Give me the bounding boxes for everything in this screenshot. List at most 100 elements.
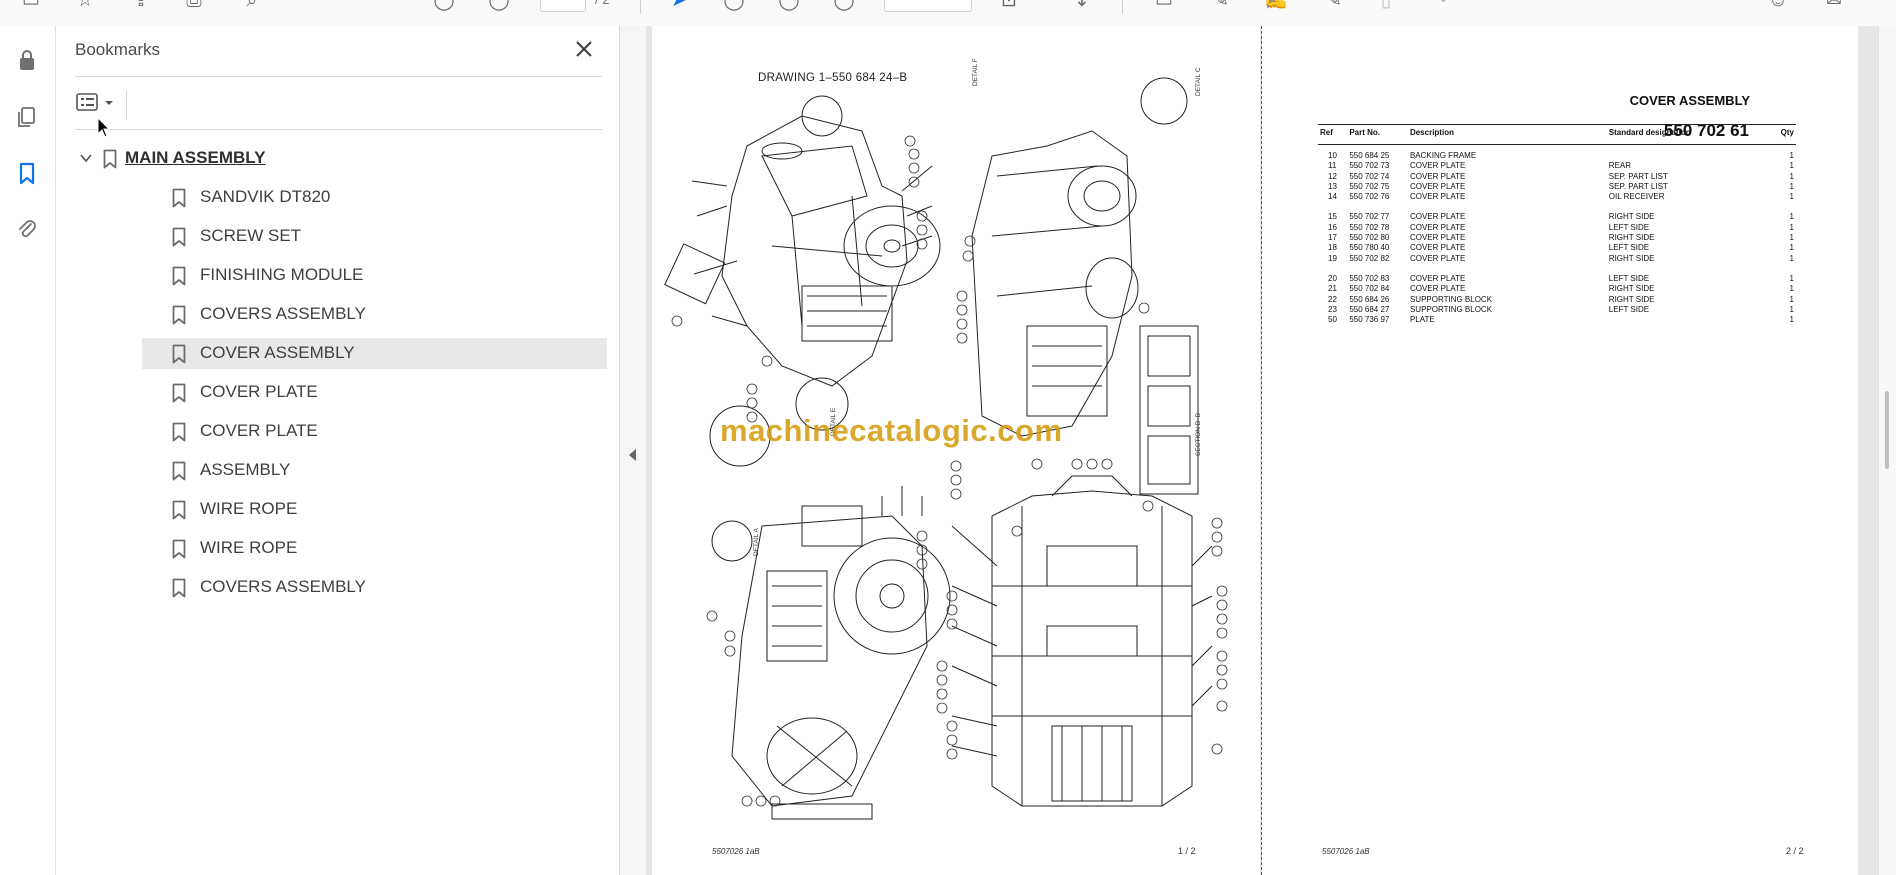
search-icon[interactable]: ⌕ bbox=[238, 0, 266, 14]
cell-part-no: 550 702 74 bbox=[1349, 171, 1390, 181]
download-icon[interactable]: ◯ bbox=[485, 0, 513, 14]
scrollbar-thumb[interactable] bbox=[1885, 391, 1889, 469]
toolbar-divider bbox=[1122, 0, 1123, 14]
user-icon[interactable]: ☺ bbox=[1764, 0, 1792, 14]
technical-drawing: DETAIL F DETAIL C SECTION B–B DETAIL A D… bbox=[664, 58, 1228, 820]
star-icon[interactable]: ☆ bbox=[71, 0, 99, 14]
bookmark-icon bbox=[172, 461, 186, 481]
cell-description: SUPPORTING BLOCK bbox=[1409, 294, 1493, 304]
attachment-icon[interactable] bbox=[13, 215, 41, 243]
parts-table: Ref Part No. Description Standard design… bbox=[1318, 124, 1796, 325]
cell-description: COVER PLATE bbox=[1409, 222, 1466, 232]
print-icon[interactable]: ⎙ bbox=[180, 0, 208, 14]
vertical-scrollbar[interactable] bbox=[1878, 26, 1896, 875]
cell-qty: 1 bbox=[1789, 233, 1794, 243]
top-toolbar: ▭ ☆ ⇪ ⎙ ⌕ ◯ ◯ / 2 ➤ ◯ ◯ ◯ ⊡ ⇣ ▭ ✎ ✍ ✎ ▯ … bbox=[0, 0, 1896, 27]
cell-standard-designation: LEFT SIDE bbox=[1608, 304, 1650, 314]
cell-standard-designation bbox=[1607, 151, 1763, 161]
close-icon[interactable] bbox=[573, 38, 595, 60]
table-row: 11 550 702 73 COVER PLATE REAR 1 bbox=[1318, 161, 1796, 171]
page-footer-code: 5507026 1aB bbox=[712, 847, 760, 856]
cell-ref: 21 bbox=[1328, 284, 1337, 294]
history-icon[interactable]: ◯ bbox=[830, 0, 858, 14]
bookmark-item[interactable]: COVER ASSEMBLY bbox=[142, 338, 607, 369]
cell-part-no: 550 684 25 bbox=[1349, 151, 1390, 160]
table-row: 21 550 702 84 COVER PLATE RIGHT SIDE 1 bbox=[1318, 284, 1796, 294]
draw-icon[interactable]: ✍ bbox=[1262, 0, 1290, 14]
bookmark-item[interactable]: FINISHING MODULE bbox=[142, 260, 607, 291]
bookmark-icon bbox=[172, 188, 186, 208]
cell-standard-designation: LEFT SIDE bbox=[1608, 273, 1650, 283]
bookmark-item[interactable]: ASSEMBLY bbox=[142, 455, 607, 486]
bookmark-icon[interactable] bbox=[13, 159, 41, 187]
table-row: 14 550 702 76 COVER PLATE OIL RECEIVER 1 bbox=[1318, 192, 1796, 202]
zoom-out-icon[interactable]: ◯ bbox=[720, 0, 748, 14]
bookmark-item[interactable]: COVERS ASSEMBLY bbox=[142, 572, 607, 603]
cell-qty: 1 bbox=[1789, 212, 1794, 222]
info-icon[interactable]: ◯ bbox=[430, 0, 458, 14]
mail-icon[interactable]: ✉ bbox=[1820, 0, 1848, 14]
scroll-down-icon[interactable]: ⇣ bbox=[1068, 0, 1096, 14]
bookmark-item[interactable]: COVERS ASSEMBLY bbox=[142, 299, 607, 330]
cell-standard-designation: OIL RECEIVER bbox=[1608, 192, 1665, 202]
highlight-icon[interactable]: ✎ bbox=[1207, 0, 1235, 14]
cell-description: COVER PLATE bbox=[1409, 233, 1466, 243]
bookmark-options-button[interactable] bbox=[75, 90, 119, 116]
cell-description: COVER PLATE bbox=[1409, 243, 1466, 253]
collapse-panel-icon[interactable] bbox=[629, 449, 636, 461]
bookmark-item[interactable]: MAIN ASSEMBLY bbox=[75, 143, 515, 174]
bookmark-item[interactable]: SANDVIK DT820 bbox=[142, 182, 607, 213]
select-cursor-icon[interactable]: ➤ bbox=[665, 0, 693, 14]
bookmark-icon bbox=[172, 539, 186, 559]
table-header-row: Ref Part No. Description Standard design… bbox=[1318, 124, 1796, 145]
cell-part-no: 550 780 40 bbox=[1349, 243, 1390, 253]
cell-ref: 13 bbox=[1328, 181, 1337, 191]
bookmark-item[interactable]: SCREW SET bbox=[142, 221, 607, 252]
cell-standard-designation: LEFT SIDE bbox=[1608, 243, 1650, 253]
panel-splitter[interactable] bbox=[619, 26, 647, 875]
detail-label: DETAIL A bbox=[753, 528, 760, 556]
zoom-in-icon[interactable]: ◯ bbox=[775, 0, 803, 14]
cell-ref: 14 bbox=[1328, 192, 1337, 202]
edit-icon[interactable]: ✎ bbox=[1320, 0, 1348, 14]
cell-description: BACKING FRAME bbox=[1409, 151, 1477, 160]
chevron-down-icon[interactable] bbox=[78, 150, 94, 166]
page-number-input[interactable] bbox=[540, 0, 586, 12]
redo-icon[interactable]: ↷ bbox=[1426, 0, 1454, 14]
cell-standard-designation: RIGHT SIDE bbox=[1608, 253, 1655, 263]
bookmark-item[interactable]: COVER PLATE bbox=[142, 416, 607, 447]
divider bbox=[75, 76, 602, 77]
cell-standard-designation: RIGHT SIDE bbox=[1608, 294, 1655, 304]
menu-icon[interactable]: ▭ bbox=[17, 0, 45, 14]
share-icon[interactable]: ⇪ bbox=[127, 0, 155, 14]
lock-icon[interactable] bbox=[13, 46, 41, 74]
pages-icon[interactable] bbox=[13, 102, 41, 130]
page-total: / 2 bbox=[595, 0, 609, 7]
comment-icon[interactable]: ▭ bbox=[1150, 0, 1178, 14]
bookmark-icon bbox=[172, 227, 186, 247]
watermark: machinecatalogic.com bbox=[720, 413, 1063, 448]
bookmark-icon bbox=[172, 344, 186, 364]
delete-icon[interactable]: ▯ bbox=[1372, 0, 1400, 14]
bookmark-item[interactable]: WIRE ROPE bbox=[142, 494, 607, 525]
cell-part-no: 550 702 80 bbox=[1349, 233, 1390, 243]
detail-label: DETAIL F bbox=[972, 58, 979, 86]
cell-standard-designation: RIGHT SIDE bbox=[1608, 212, 1655, 222]
cell-part-no: 550 702 84 bbox=[1349, 284, 1390, 294]
column-header-standard-designation: Standard designation bbox=[1606, 124, 1764, 145]
zoom-input[interactable] bbox=[884, 0, 972, 12]
table-row: 15 550 702 77 COVER PLATE RIGHT SIDE 1 bbox=[1318, 212, 1796, 222]
fit-page-icon[interactable]: ⊡ bbox=[995, 0, 1023, 14]
cell-ref: 19 bbox=[1328, 253, 1337, 263]
cell-part-no: 550 702 83 bbox=[1349, 273, 1390, 283]
bookmark-label: WIRE ROPE bbox=[200, 538, 298, 557]
cell-standard-designation: RIGHT SIDE bbox=[1608, 284, 1655, 294]
bookmark-item[interactable]: COVER PLATE bbox=[142, 377, 607, 408]
column-header-part-no: Part No. bbox=[1347, 124, 1408, 145]
cell-qty: 1 bbox=[1789, 181, 1794, 191]
table-row: 20 550 702 83 COVER PLATE LEFT SIDE 1 bbox=[1318, 274, 1796, 284]
cell-qty: 1 bbox=[1789, 315, 1794, 325]
bookmark-label: SANDVIK DT820 bbox=[200, 187, 331, 206]
bookmark-item[interactable]: WIRE ROPE bbox=[142, 533, 607, 564]
cell-ref: 10 bbox=[1328, 151, 1337, 160]
